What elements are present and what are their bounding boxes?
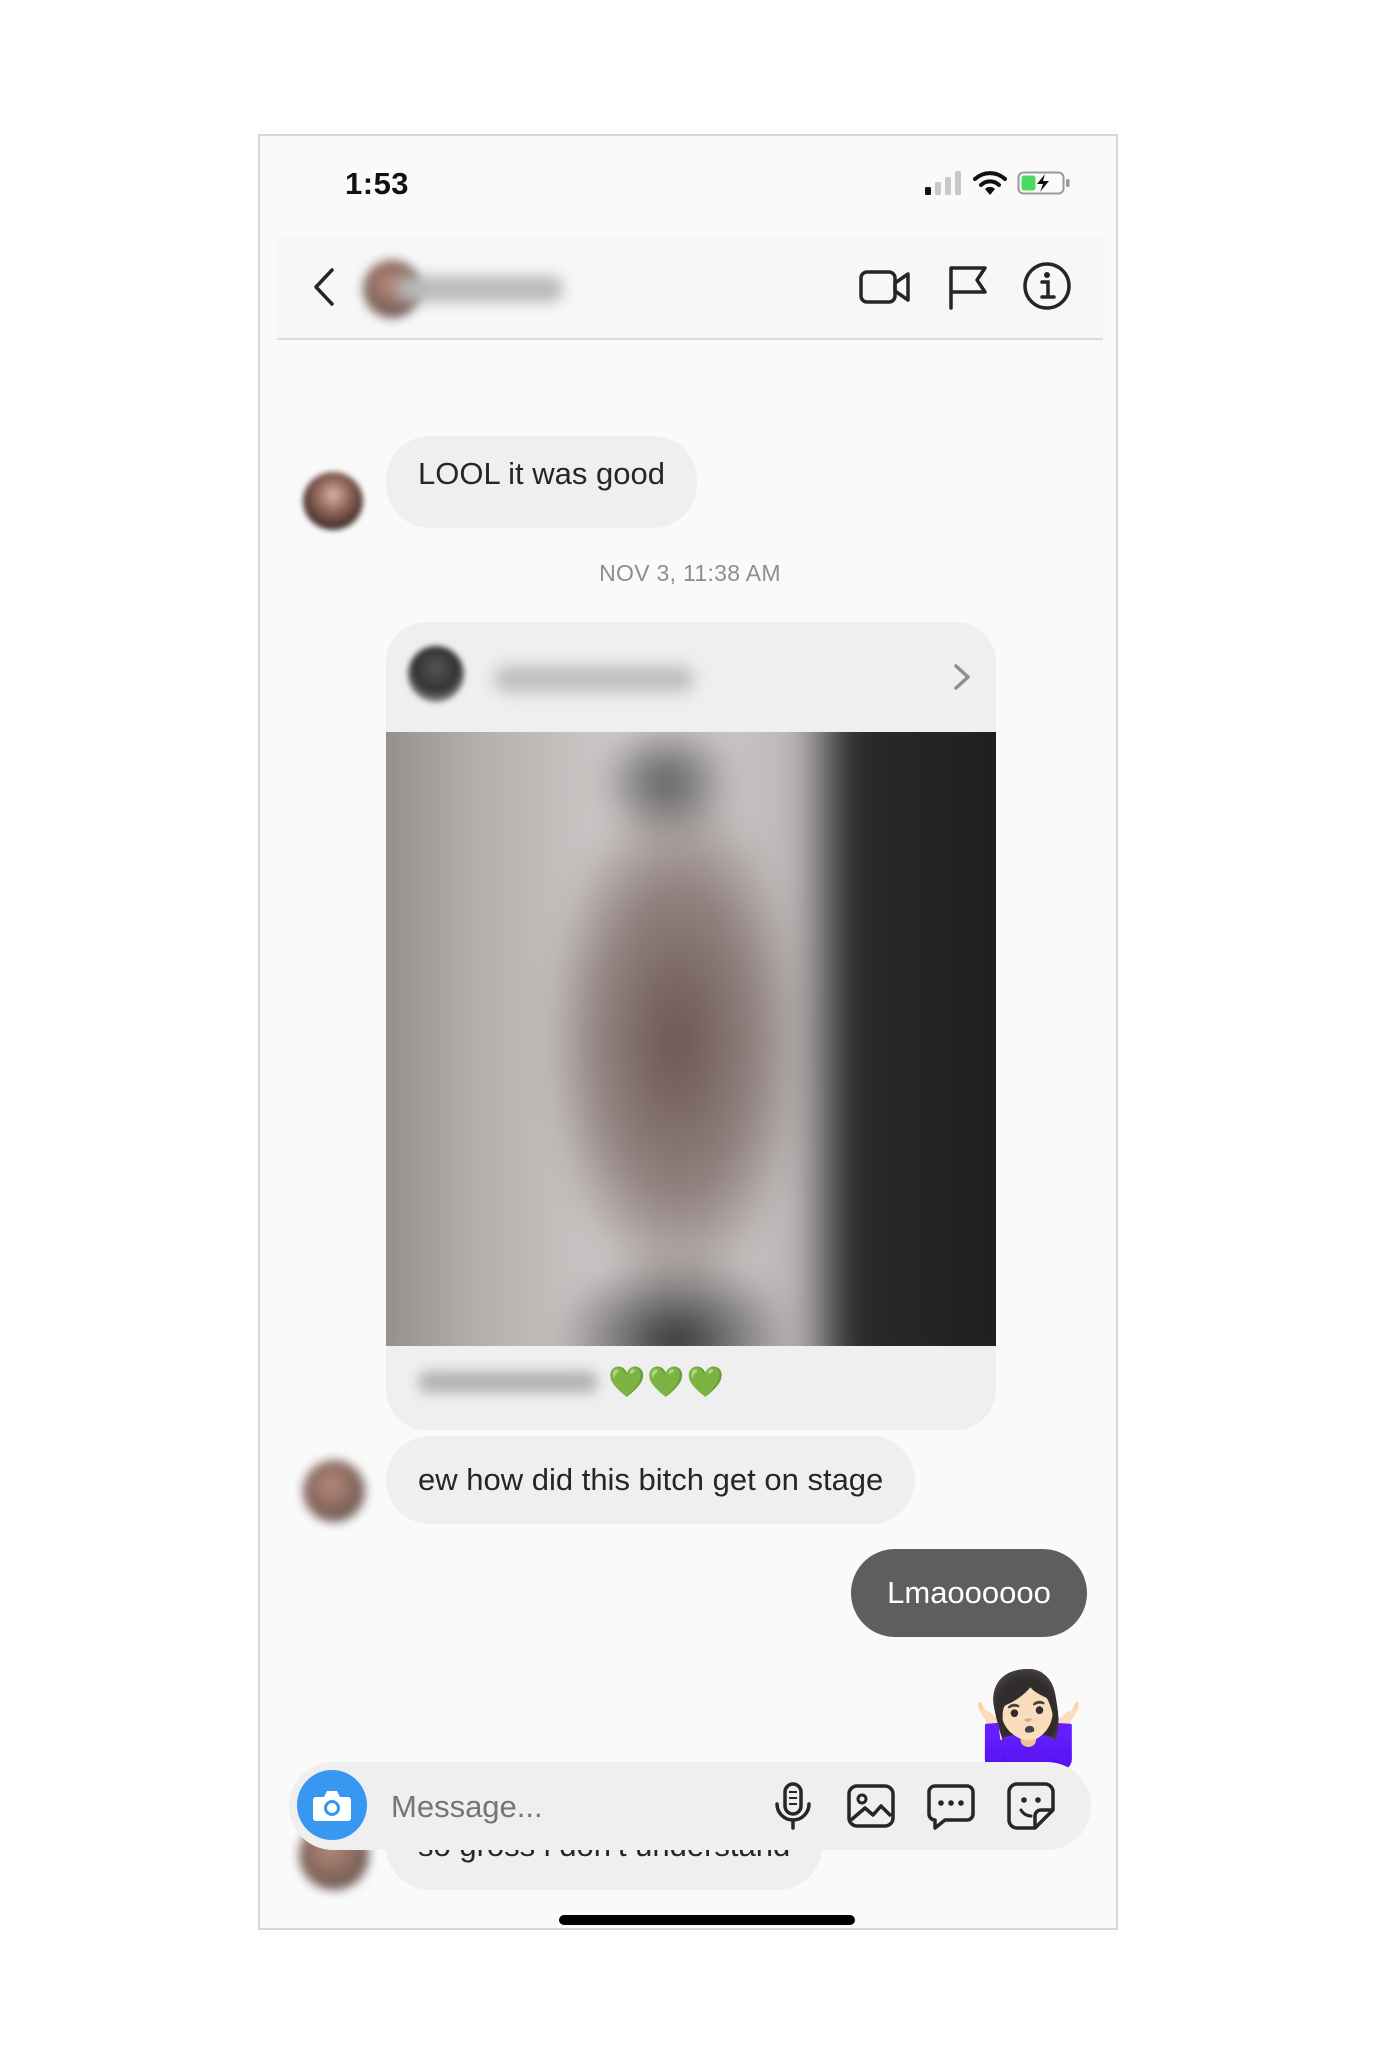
caption-username-blurred <box>418 1371 598 1393</box>
message-bubble-incoming[interactable]: ew how did this bitch get on stage <box>386 1436 916 1524</box>
shared-post-author-blurred[interactable] <box>494 666 694 692</box>
info-icon[interactable] <box>1019 258 1075 314</box>
sender-avatar <box>303 472 363 530</box>
dm-screen: 1:53 LOOL it was good NOV 3, 11:38 AM 💚💚… <box>277 136 1103 1928</box>
status-icons <box>925 170 1071 196</box>
home-indicator[interactable] <box>559 1915 855 1925</box>
camera-button[interactable] <box>297 1770 367 1840</box>
battery-charging-icon <box>1017 171 1070 195</box>
message-timestamp: NOV 3, 11:38 AM <box>599 560 781 586</box>
message-text: ew how did this bitch get on stage <box>418 1462 884 1497</box>
chat-header <box>277 236 1103 340</box>
message-text: Lmaoooooo <box>887 1575 1051 1610</box>
message-input[interactable] <box>389 1762 753 1852</box>
chevron-left-icon[interactable] <box>305 264 345 310</box>
shared-post-caption: 💚💚💚 <box>418 1362 726 1402</box>
sender-avatar <box>303 1460 365 1522</box>
contact-username-blurred[interactable] <box>395 276 563 302</box>
camera-icon <box>313 1791 351 1821</box>
flag-icon[interactable] <box>939 258 995 314</box>
shared-post-image-blurred[interactable] <box>386 732 996 1346</box>
message-composer <box>289 1762 1091 1852</box>
caption-emoji: 💚💚💚 <box>608 1365 727 1399</box>
microphone-icon[interactable] <box>765 1778 821 1834</box>
shared-post-card[interactable]: 💚💚💚 <box>386 622 996 1430</box>
gallery-icon[interactable] <box>843 1778 899 1834</box>
signal-icon <box>925 171 961 195</box>
status-time: 1:53 <box>345 166 410 201</box>
message-bubble-outgoing[interactable]: Lmaoooooo <box>851 1549 1087 1637</box>
wifi-icon <box>973 171 1007 195</box>
video-camera-icon[interactable] <box>857 258 913 314</box>
message-text: LOOL it was good <box>418 456 665 491</box>
sticker-icon[interactable] <box>1003 1778 1059 1834</box>
chevron-right-icon[interactable] <box>950 660 974 694</box>
chat-bubble-icon[interactable] <box>923 1778 979 1834</box>
message-bubble-incoming[interactable]: LOOL it was good <box>386 436 697 528</box>
emoji-message[interactable]: 🤷🏻‍♀️ <box>971 1670 1086 1770</box>
status-bar: 1:53 <box>277 136 1103 236</box>
shared-post-author-avatar[interactable] <box>408 646 464 702</box>
phone-frame: 1:53 LOOL it was good NOV 3, 11:38 AM 💚💚… <box>258 134 1118 1930</box>
